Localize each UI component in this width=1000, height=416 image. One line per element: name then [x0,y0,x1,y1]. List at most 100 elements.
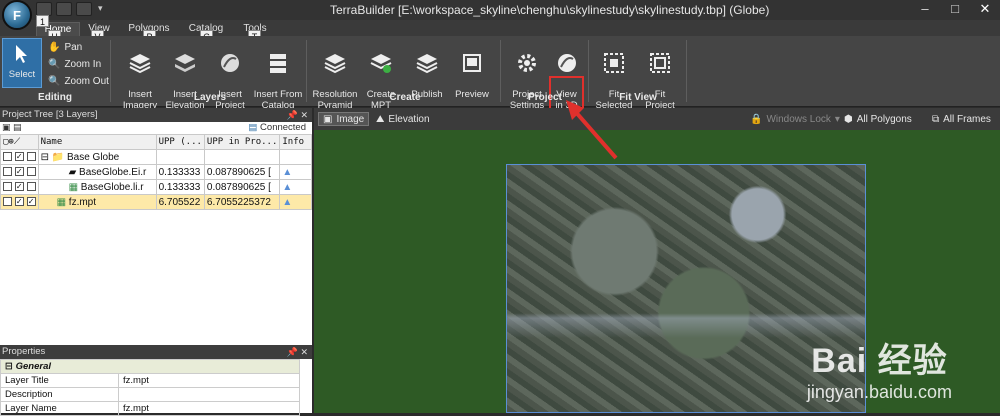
column-name[interactable]: Name [37,134,157,150]
checkbox[interactable]: ✓ [14,167,24,177]
layer-name: Base Globe [66,151,120,163]
properties-table: ⊟ General Layer Title fz.mpt Description … [0,359,300,416]
pin-close-icons[interactable]: 📌 ✕ [287,345,308,359]
checkbox[interactable] [3,167,12,177]
pan-button[interactable]: ✋ Pan [48,42,82,53]
property-row[interactable]: Layer Name fz.mpt [0,401,300,416]
title-bar: F ▾ TerraBuilder [E:\workspace_skyline\c… [0,0,1000,30]
checkbox[interactable]: ✓ [14,182,24,192]
info-pyramid-icon: ▲ [282,196,293,208]
layers-stack-icon [127,51,153,75]
checkbox[interactable] [3,197,12,207]
checkbox[interactable] [26,167,36,177]
windows-lock-button[interactable]: 🔒 Windows Lock ▾ [750,112,840,126]
catalog-icon [265,51,291,75]
mountain-icon: ⛰ [376,113,385,125]
visibility-checkbox[interactable] [3,152,12,162]
group-label-create: Create [389,92,421,103]
column-upp-in-project[interactable]: UPP in Pro... [203,134,281,150]
column-info[interactable]: Info [279,134,312,150]
checkbox[interactable]: ✓ [14,152,24,162]
elevation-mode-button[interactable]: ⛰ Elevation [376,112,430,126]
globe-icon [217,51,243,75]
annotation-arrow [566,100,618,160]
tree-options-icons[interactable]: ▣ ▤ [2,122,22,133]
create-mpt-icon [368,51,394,75]
globe-3d-icon [554,51,580,75]
database-icon: ▤ [248,122,258,133]
group-separator [306,40,307,102]
all-frames-button[interactable]: ⧉ All Frames [932,112,991,126]
info-pyramid-icon: ▲ [282,181,293,193]
property-row[interactable]: Layer Title fz.mpt [0,373,300,388]
imagery-layer-icon: ▦ [68,181,79,193]
group-separator [110,40,111,102]
tree-toolbar: ▣ ▤ ▤ Connected [0,122,312,134]
publish-button[interactable]: Publish [406,40,448,100]
qat-dropdown-icon[interactable]: ▾ [98,3,103,14]
preview-button[interactable]: Preview [452,40,492,100]
group-separator [686,40,687,102]
insert-imagery-button[interactable]: Insert Imagery [118,40,162,111]
table-header-row: ▢⊕⟋ Name UPP (... UPP in Pro... Info [0,134,312,150]
group-label-editing: Editing [38,92,72,103]
resolution-pyramid-button[interactable]: Resolution Pyramid [310,40,360,111]
cursor-arrow-icon [9,42,35,66]
baidu-watermark: Bai 经验 jingyan.baidu.com [806,342,952,402]
hand-icon: ✋ [48,42,61,53]
layers-table: ▢⊕⟋ Name UPP (... UPP in Pro... Info ✓ ⊟… [0,134,312,210]
save-icon[interactable] [36,2,52,16]
all-polygons-button[interactable]: ⬢ All Polygons [844,112,912,126]
lock-icon: 🔒 [750,113,763,125]
group-separator [588,40,589,102]
zoom-out-button[interactable]: 🔍 Zoom Out [48,76,109,87]
frames-icon: ⧉ [932,113,940,125]
layer-name: BaseGlobe.Ei.r [79,166,147,178]
qat-keytip: 1 [36,15,49,27]
redo-icon[interactable] [76,2,92,16]
properties-panel: Properties 📌 ✕ ⊟ General Layer Title fz.m… [0,345,312,416]
pyramid-icon [322,51,348,75]
window-title: TerraBuilder [E:\workspace_skyline\cheng… [330,3,770,17]
elevation-layers-icon [172,51,198,75]
undo-icon[interactable] [56,2,72,16]
table-row-selected[interactable]: ✓ ✓ ▦ fz.mpt 6.705522 6.7055225372 ▲ [0,194,312,210]
table-row[interactable]: ✓ ⊟ 📁 Base Globe [0,149,312,165]
minimize-button[interactable]: – [910,0,940,20]
zoom-in-button[interactable]: 🔍 Zoom In [48,59,101,70]
elevation-layer-icon: ▰ [68,166,77,178]
table-row[interactable]: ✓ ▦ BaseGlobe.li.r 0.133333 0.087890625 … [0,179,312,195]
image-mode-button[interactable]: ▣ Image [318,112,370,126]
select-button[interactable]: Select [2,38,42,88]
map-viewport[interactable]: ▣ Image ⛰ Elevation 🔒 Windows Lock ▾ ⬢ All Po… [314,108,1000,413]
image-icon: ▣ [323,113,333,125]
collapse-icon[interactable]: ⊟ [41,152,49,163]
checkbox[interactable] [26,152,36,162]
collapse-icon[interactable]: ⊟ [5,361,13,372]
application-menu-button[interactable]: F [2,0,32,30]
pin-close-icons[interactable]: 📌 ✕ [287,108,308,122]
layer-name: BaseGlobe.li.r [80,181,144,193]
publish-layers-icon [414,51,440,75]
checkbox[interactable] [26,182,36,192]
viewport-toolbar: ▣ Image ⛰ Elevation 🔒 Windows Lock ▾ ⬢ All Po… [314,108,1000,130]
project-tree-header: Project Tree [3 Layers] 📌 ✕ [0,108,312,122]
fit-selected-icon [601,51,627,75]
properties-section-row[interactable]: ⊟ General [0,359,300,374]
ribbon-tabs: Home View Polygons Catalog Tools H V P C… [0,20,1000,42]
close-button[interactable]: ✕ [970,0,1000,20]
column-upp[interactable]: UPP (... [155,134,205,150]
table-row[interactable]: ✓ ▰ BaseGlobe.Ei.r 0.133333 0.087890625 … [0,164,312,180]
maximize-button[interactable]: □ [940,0,970,20]
fit-project-icon [647,51,673,75]
preview-window-icon [459,51,485,75]
checkbox[interactable] [3,182,12,192]
property-row[interactable]: Description [0,387,300,402]
checkbox[interactable]: ✓ [14,197,24,207]
connected-status[interactable]: ▤ Connected [248,122,306,133]
checkbox[interactable]: ✓ [26,197,36,207]
app-logo-letter: F [13,7,21,23]
insert-from-catalog-button[interactable]: Insert From Catalog [252,40,304,111]
imagery-layer-icon: ▦ [56,196,67,208]
info-pyramid-icon: ▲ [282,166,293,178]
